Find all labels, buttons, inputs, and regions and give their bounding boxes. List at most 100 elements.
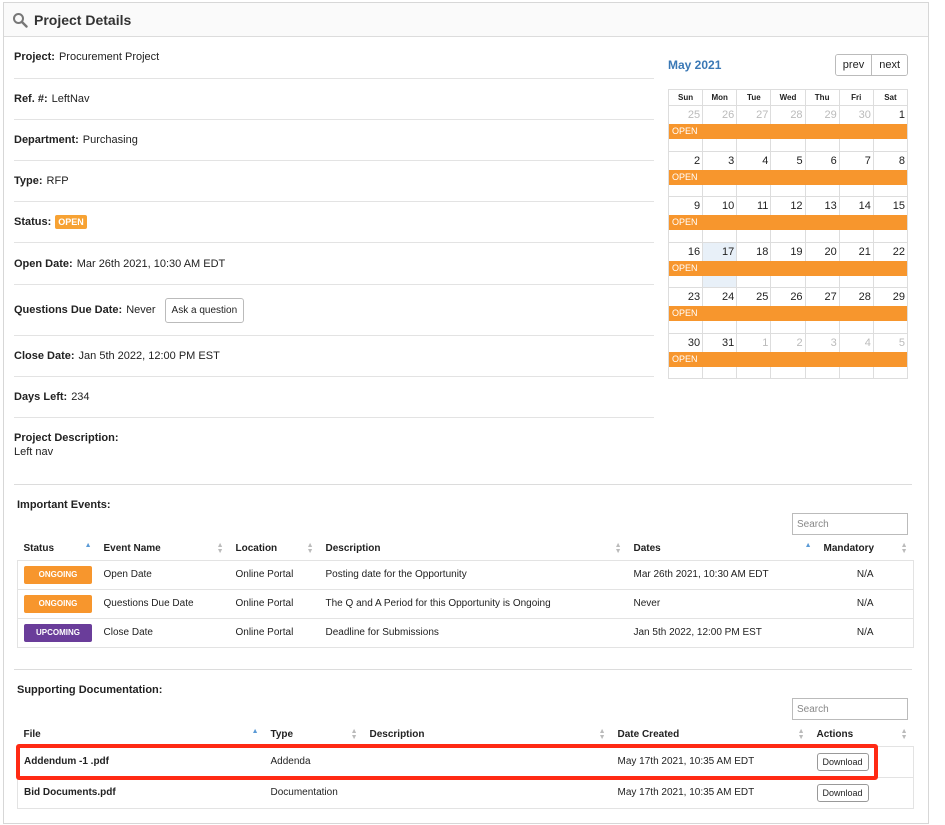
divider <box>14 669 912 670</box>
calendar-prev-button[interactable]: prev <box>835 55 872 75</box>
table-row: ONGOING Open Date Online Portal Posting … <box>17 559 914 589</box>
calendar-title: May 2021 <box>668 58 722 72</box>
download-button[interactable]: Download <box>816 783 869 802</box>
detail-label: Project: <box>14 51 55 63</box>
detail-type: Type: RFP <box>14 161 654 202</box>
event-description: Deadline for Submissions <box>319 617 628 648</box>
event-name: Open Date <box>97 559 230 589</box>
docs-title: Supporting Documentation: <box>17 684 163 696</box>
col-status[interactable]: Status ▲ <box>18 538 98 560</box>
col-actions[interactable]: Actions ▲ ▼ <box>811 724 914 746</box>
calendar-weekdays: Sun Mon Tue Wed Thu Fri Sat <box>669 90 907 106</box>
detail-value: Never <box>126 304 156 316</box>
table-row: Bid Documents.pdf Documentation May 17th… <box>17 776 914 809</box>
event-dates: Jan 5th 2022, 12:00 PM EST <box>627 617 818 648</box>
detail-value: Purchasing <box>82 134 138 146</box>
weekday-header: Sun <box>678 93 694 102</box>
sort-icon: ▲ ▼ <box>350 728 358 741</box>
detail-description: Project Description: Left nav <box>14 418 654 458</box>
event-name: Questions Due Date <box>97 588 230 618</box>
calendar-event-open[interactable]: OPEN <box>669 215 907 230</box>
col-description[interactable]: Description ▲ ▼ <box>364 724 612 746</box>
calendar-next-button[interactable]: next <box>871 55 907 75</box>
status-badge: UPCOMING <box>24 623 92 642</box>
detail-days-left: Days Left: 234 <box>14 377 654 418</box>
event-mandatory: N/A <box>817 617 914 648</box>
event-description: The Q and A Period for this Opportunity … <box>319 588 628 618</box>
events-table: Status ▲ Event Name ▲ ▼ Location ▲ ▼ Descript… <box>17 538 914 648</box>
detail-department: Department: Purchasing <box>14 120 654 161</box>
col-date-created[interactable]: Date Created ▲ ▼ <box>612 724 811 746</box>
col-event-name[interactable]: Event Name ▲ ▼ <box>98 538 230 560</box>
weekday-header: Mon <box>702 90 736 105</box>
sort-asc-icon: ▲ <box>84 542 92 549</box>
calendar-week: 9 10 11 12 13 14 15 OPEN <box>669 197 907 243</box>
highlight-box <box>16 744 878 780</box>
col-file[interactable]: File ▲ <box>18 724 265 746</box>
sort-icon: ▲ ▼ <box>598 728 606 741</box>
calendar-header: May 2021 prev next <box>668 52 908 78</box>
status-badge: ONGOING <box>24 565 92 584</box>
project-details-list: Project: Procurement Project Ref. #: Lef… <box>14 36 654 458</box>
detail-value: 234 <box>71 391 90 403</box>
doc-date: May 17th 2021, 10:35 AM EDT <box>611 776 811 809</box>
calendar-week: 23 24 25 26 27 28 29 OPEN <box>669 288 907 334</box>
docs-table-header: File ▲ Type ▲ ▼ Description ▲ ▼ Date Created ▲… <box>18 724 914 746</box>
detail-value: LeftNav <box>51 93 90 105</box>
calendar-week: 25 26 27 28 29 30 1 OPEN <box>669 106 907 152</box>
detail-label: Questions Due Date: <box>14 304 123 316</box>
col-description[interactable]: Description ▲ ▼ <box>320 538 628 560</box>
sort-icon: ▲ ▼ <box>306 542 314 555</box>
detail-label: Close Date: <box>14 350 75 362</box>
detail-value: Left nav <box>14 446 54 458</box>
calendar-event-open[interactable]: OPEN <box>669 260 907 276</box>
docs-search-input[interactable] <box>792 698 908 720</box>
event-name: Close Date <box>97 617 230 648</box>
event-mandatory: N/A <box>817 559 914 589</box>
calendar-event-open[interactable]: OPEN <box>669 351 907 367</box>
weekday-header: Tue <box>736 90 770 105</box>
detail-label: Open Date: <box>14 257 73 270</box>
detail-label: Type: <box>14 175 43 187</box>
event-location: Online Portal <box>229 588 320 618</box>
event-description: Posting date for the Opportunity <box>319 559 628 589</box>
calendar-grid: Sun Mon Tue Wed Thu Fri Sat 25 26 27 28 29 30 1 OPEN 2… <box>668 89 908 379</box>
event-location: Online Portal <box>229 559 320 589</box>
detail-questions-due: Questions Due Date: Never Ask a question <box>14 285 654 336</box>
detail-label: Status: <box>14 216 52 228</box>
divider <box>14 484 912 485</box>
doc-description <box>363 776 612 809</box>
weekday-header: Fri <box>838 90 873 105</box>
ask-question-button[interactable]: Ask a question <box>164 297 245 323</box>
calendar-week: 16 17 18 19 20 21 22 OPEN <box>669 242 907 288</box>
table-row: ONGOING Questions Due Date Online Portal… <box>17 588 914 618</box>
calendar-event-open[interactable]: OPEN <box>669 124 907 139</box>
col-dates[interactable]: Dates ▲ <box>628 538 818 560</box>
calendar-event-open[interactable]: OPEN <box>669 169 907 185</box>
detail-status: Status: OPEN <box>14 202 654 243</box>
weekday-header: Thu <box>804 90 839 105</box>
col-type[interactable]: Type ▲ ▼ <box>265 724 364 746</box>
calendar-week: 2 3 4 5 6 7 8 OPEN <box>669 151 907 197</box>
col-location[interactable]: Location ▲ ▼ <box>230 538 320 560</box>
sort-icon: ▲ ▼ <box>614 542 622 555</box>
doc-file: Bid Documents.pdf <box>17 776 265 809</box>
detail-project: Project: Procurement Project <box>14 36 654 79</box>
events-title: Important Events: <box>17 499 111 511</box>
detail-ref: Ref. #: LeftNav <box>14 79 654 120</box>
table-row: UPCOMING Close Date Online Portal Deadli… <box>17 617 914 648</box>
sort-asc-icon: ▲ <box>804 542 812 549</box>
sort-icon: ▲ ▼ <box>797 728 805 741</box>
sort-icon: ▲ ▼ <box>216 542 224 555</box>
calendar: May 2021 prev next Sun Mon Tue Wed Thu Fri Sat… <box>668 52 908 379</box>
calendar-nav: prev next <box>834 54 908 76</box>
detail-label: Department: <box>14 134 79 146</box>
calendar-week: 30 31 1 2 3 4 5 OPEN <box>669 333 907 379</box>
event-location: Online Portal <box>229 617 320 648</box>
events-search-input[interactable] <box>792 513 908 535</box>
events-table-header: Status ▲ Event Name ▲ ▼ Location ▲ ▼ Descript… <box>18 538 914 560</box>
col-mandatory[interactable]: Mandatory ▲ ▼ <box>818 538 914 560</box>
calendar-event-open[interactable]: OPEN <box>669 306 907 321</box>
detail-value: Jan 5th 2022, 12:00 PM EST <box>78 350 220 362</box>
doc-type: Documentation <box>264 776 364 809</box>
